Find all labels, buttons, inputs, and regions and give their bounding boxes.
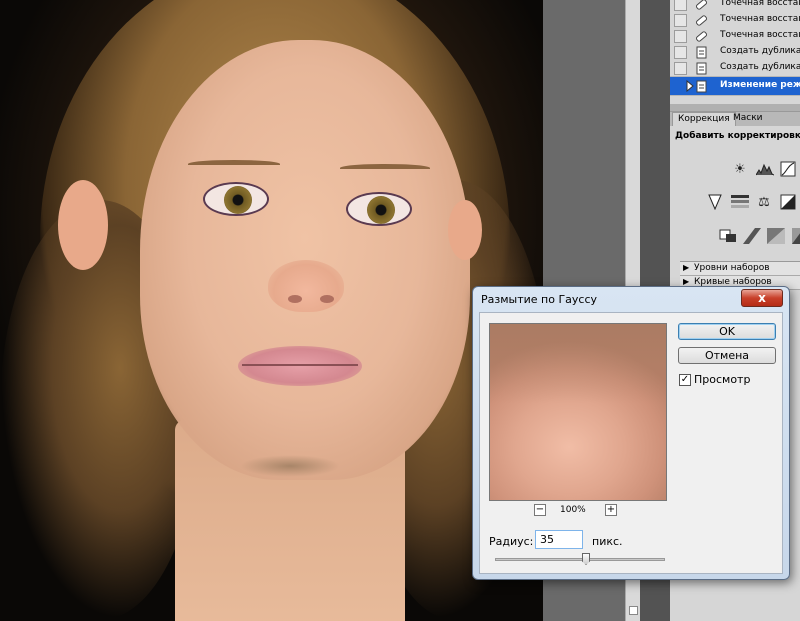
photo-ear-left (58, 180, 108, 270)
bandage-icon (695, 15, 708, 26)
history-item-label: Создать дубликат с (720, 46, 800, 56)
document-icon (696, 46, 707, 59)
photo-lips (238, 346, 362, 386)
history-item-label: Точечная восстанав (720, 14, 800, 24)
document-icon (696, 62, 707, 75)
black-white-icon[interactable] (778, 193, 798, 211)
history-item[interactable]: Создать дубликат с (670, 44, 800, 61)
levels-icon[interactable] (755, 160, 775, 178)
preset-levels[interactable]: ▶ Уровни наборов (680, 262, 800, 276)
photo-chin (240, 455, 340, 477)
scrollbar-corner[interactable] (629, 606, 638, 615)
history-item-label: Точечная восстанав (720, 0, 800, 8)
document-canvas[interactable] (0, 0, 543, 621)
expand-arrow-icon[interactable]: ▶ (683, 277, 689, 286)
preview-checkbox-label: Просмотр (694, 373, 751, 386)
photo-lip-line (242, 364, 358, 366)
color-balance-icon[interactable]: ⚖ (754, 193, 774, 211)
tab-masks[interactable]: Маски (728, 112, 768, 126)
cancel-button[interactable]: Отмена (678, 347, 776, 364)
history-item[interactable]: Точечная восстанав (670, 12, 800, 29)
channel-mixer-icon[interactable] (742, 227, 762, 245)
radius-input[interactable] (535, 530, 583, 549)
blur-preview[interactable] (489, 323, 667, 501)
radius-unit-label: пикс. (592, 535, 623, 548)
gradient-map-icon[interactable] (788, 227, 800, 245)
add-adjustment-heading: Добавить корректировку (675, 131, 800, 141)
brightness-icon[interactable]: ☀ (730, 160, 750, 178)
dialog-body: − 100% + OK Отмена ✓ Просмотр Радиус: пи… (479, 312, 783, 574)
history-state-arrow-icon (686, 80, 694, 92)
radius-label: Радиус: (489, 535, 534, 548)
photo-brow-left (188, 160, 280, 168)
zoom-out-button[interactable]: − (534, 504, 546, 516)
expand-arrow-icon[interactable]: ▶ (683, 263, 689, 272)
panel-separator (670, 104, 800, 112)
gaussian-blur-dialog: Размытие по Гауссу x − 100% + OK Отмена … (472, 286, 790, 580)
photo-ear-right (448, 200, 482, 260)
history-item-label: Изменение режим (720, 80, 800, 90)
photo-nostril-left (288, 295, 302, 303)
photo-nostril-right (320, 295, 334, 303)
curves-icon[interactable] (778, 160, 798, 178)
history-item-label: Точечная восстанав (720, 30, 800, 40)
history-checkbox[interactable] (674, 30, 687, 43)
zoom-level: 100% (560, 505, 586, 515)
photo-eye-right (346, 192, 412, 226)
preset-label: Уровни наборов (694, 263, 770, 273)
history-item-label: Создать дубликат с (720, 62, 800, 72)
photo-filter-icon[interactable] (718, 227, 738, 245)
photo-brow-right (340, 164, 430, 172)
invert-icon[interactable] (766, 227, 786, 245)
bandage-icon (695, 31, 708, 42)
radius-slider-track[interactable] (495, 558, 665, 561)
dialog-title: Размытие по Гауссу (481, 293, 598, 306)
history-item-selected[interactable]: Изменение режим (670, 77, 800, 96)
radius-slider-thumb[interactable] (582, 553, 590, 565)
history-item[interactable]: Точечная восстанав (670, 28, 800, 45)
photo-nose (268, 260, 344, 312)
zoom-in-button[interactable]: + (605, 504, 617, 516)
close-button[interactable]: x (741, 289, 783, 307)
bandage-icon (695, 0, 708, 10)
history-item[interactable]: Создать дубликат с (670, 60, 800, 77)
ok-button[interactable]: OK (678, 323, 776, 340)
preview-checkbox[interactable]: ✓ (679, 374, 691, 386)
history-checkbox[interactable] (674, 0, 687, 11)
history-checkbox[interactable] (674, 46, 687, 59)
history-checkbox[interactable] (674, 62, 687, 75)
history-checkbox[interactable] (674, 14, 687, 27)
tab-corrections[interactable]: Коррекция (672, 112, 736, 126)
vibrance-icon[interactable] (705, 193, 725, 211)
document-icon (696, 80, 707, 93)
hue-saturation-icon[interactable] (730, 193, 750, 211)
photo-eye-left (203, 182, 269, 216)
adjustments-tabs: Коррекция Маски (670, 112, 800, 126)
